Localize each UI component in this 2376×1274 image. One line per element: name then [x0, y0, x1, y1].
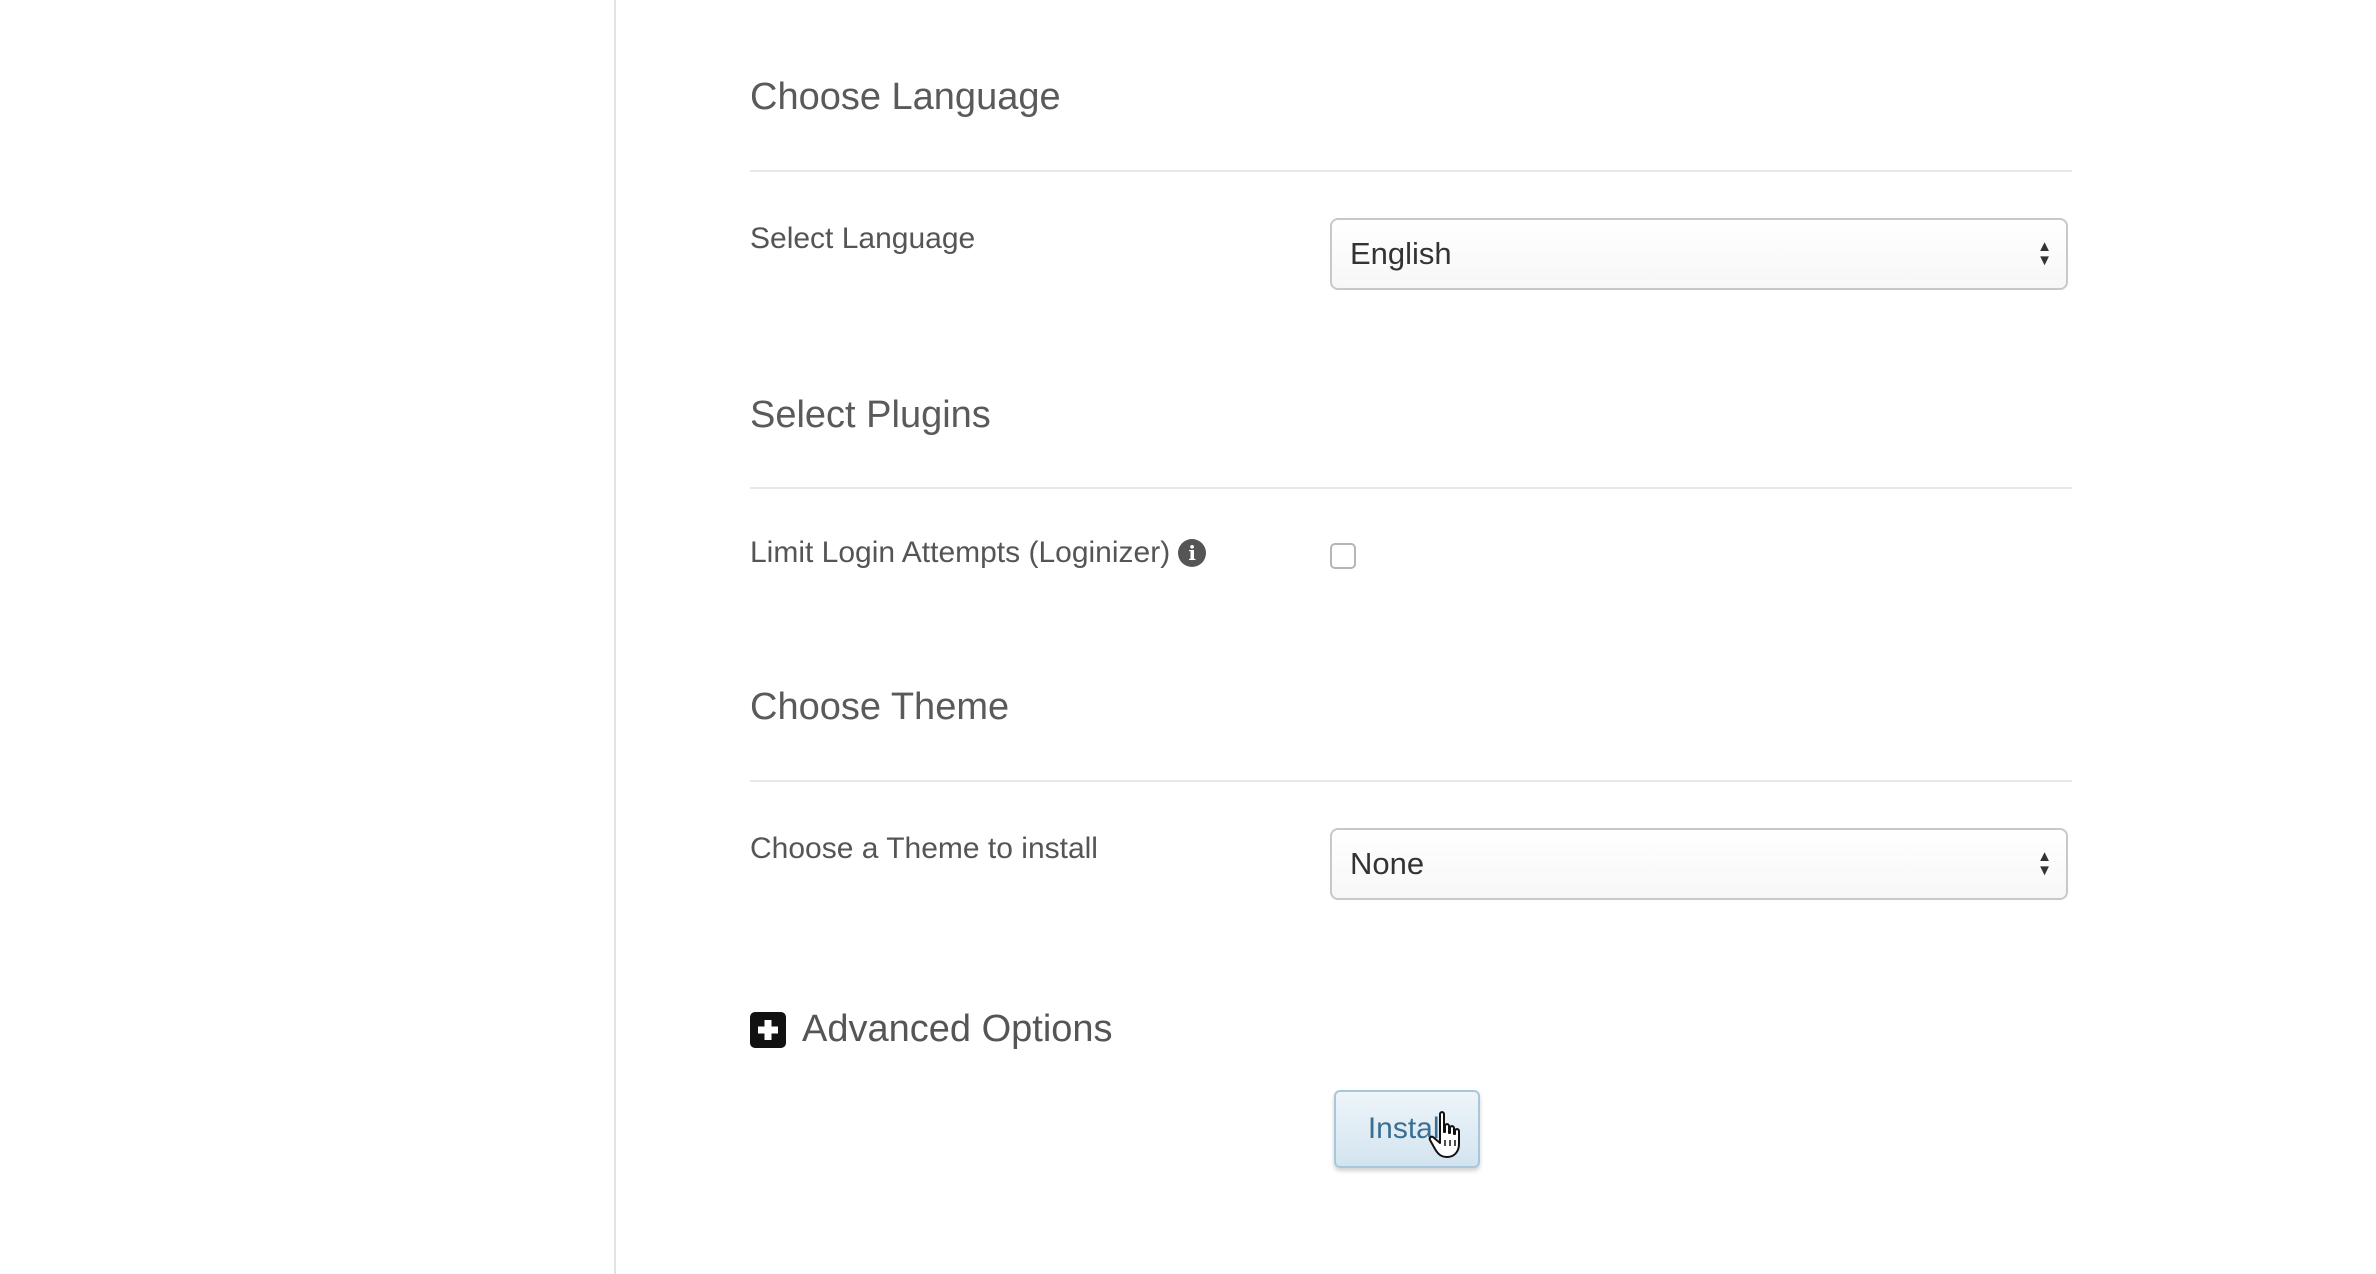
choose-language-heading: Choose Language	[750, 76, 1061, 118]
left-sidebar-panel	[0, 0, 616, 1274]
language-select[interactable]: English ▲ ▼	[1330, 218, 2068, 290]
plugin-item-loginizer: Limit Login Attempts (Loginizer) i	[750, 536, 1207, 570]
advanced-options-label: Advanced Options	[802, 1008, 1113, 1050]
plus-square-icon	[750, 1011, 786, 1048]
language-select-value: English	[1350, 236, 1452, 271]
page: Choose Language Select Language English …	[0, 0, 2376, 1274]
select-arrows-icon: ▲ ▼	[2037, 848, 2052, 879]
advanced-options-toggle[interactable]: Advanced Options	[750, 1008, 1113, 1051]
select-plugins-heading: Select Plugins	[750, 394, 991, 436]
theme-select[interactable]: None ▲ ▼	[1330, 828, 2068, 900]
loginizer-label: Limit Login Attempts (Loginizer)	[750, 536, 1171, 569]
info-icon[interactable]: i	[1178, 539, 1207, 567]
section-divider	[750, 170, 2072, 172]
select-language-label: Select Language	[750, 222, 976, 255]
hand-cursor-icon	[1428, 1111, 1460, 1158]
choose-theme-heading: Choose Theme	[750, 686, 1010, 728]
section-divider	[750, 487, 2072, 489]
select-arrows-icon: ▲ ▼	[2037, 238, 2052, 269]
choose-theme-label: Choose a Theme to install	[750, 832, 1098, 865]
loginizer-checkbox[interactable]	[1330, 543, 1356, 569]
theme-select-value: None	[1350, 846, 1425, 881]
section-divider	[750, 780, 2072, 782]
